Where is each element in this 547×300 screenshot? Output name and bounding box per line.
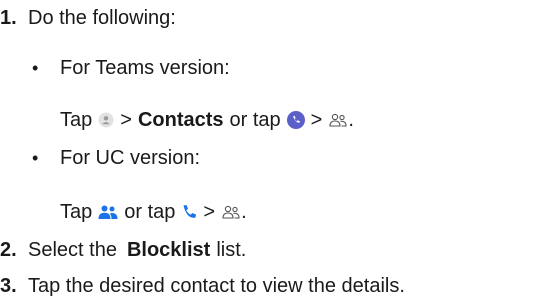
gt-symbol: > — [203, 201, 216, 223]
bullet-teams: • For Teams version: — [32, 56, 230, 80]
step-number: 2. — [0, 239, 17, 261]
gt-symbol: > — [120, 109, 132, 131]
step-3: 3. Tap the desired contact to view the d… — [0, 274, 405, 298]
step-text-post: list. — [216, 239, 247, 261]
people-outline-icon — [328, 112, 348, 128]
step-number: 3. — [0, 275, 17, 297]
bullet-label: For Teams version: — [60, 57, 230, 79]
step-1: 1. Do the following: — [0, 6, 176, 30]
phone-circle-purple-icon — [286, 111, 305, 129]
contacts-label: Contacts — [137, 109, 224, 131]
step-text: Tap the desired contact to view the deta… — [28, 275, 405, 297]
bullet-uc: • For UC version: — [32, 146, 200, 170]
or-tap-text: or tap — [124, 201, 176, 223]
phone-blue-icon — [181, 204, 197, 220]
bullet-symbol: • — [32, 58, 39, 78]
or-tap-text: or tap — [229, 109, 281, 131]
people-outline-icon — [221, 204, 241, 220]
step-2: 2. Select the Blocklist list. — [0, 238, 246, 262]
bullet-label: For UC version: — [60, 147, 201, 169]
tap-text: Tap — [60, 201, 93, 223]
blocklist-label: Blocklist — [126, 239, 211, 261]
step-number: 1. — [0, 7, 17, 29]
gt-symbol: > — [310, 109, 323, 131]
step-text: Do the following: — [28, 7, 176, 29]
step-text-pre: Select the — [28, 239, 117, 261]
bullet-symbol: • — [32, 148, 39, 168]
period-text: . — [348, 109, 354, 131]
avatar-gray-icon — [98, 112, 114, 128]
instruction-teams: Tap > Contacts or tap > . — [60, 108, 354, 132]
instruction-uc: Tap or tap > . — [60, 200, 247, 224]
period-text: . — [241, 201, 247, 223]
people-blue-icon — [98, 204, 118, 220]
tap-text: Tap — [60, 109, 93, 131]
